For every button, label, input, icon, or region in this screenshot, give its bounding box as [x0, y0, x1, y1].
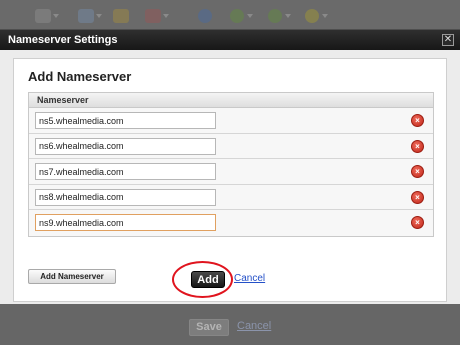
chevron-down-icon [163, 14, 169, 18]
chevron-down-icon [247, 14, 253, 18]
table-row: × [29, 108, 433, 134]
remove-icon[interactable]: × [411, 139, 424, 153]
chevron-down-icon [53, 14, 59, 18]
share-arrow-icon [78, 9, 94, 23]
nameserver-input[interactable] [35, 188, 216, 206]
yellow-circle-icon [305, 9, 319, 23]
remove-icon[interactable]: × [411, 190, 424, 204]
table-row: × [29, 133, 433, 160]
table-row: × [29, 210, 433, 236]
green-circle-icon [268, 9, 282, 23]
chevron-down-icon [285, 14, 291, 18]
background-toolbar [0, 0, 460, 30]
add-button[interactable]: Add [191, 271, 225, 288]
document-icon [35, 9, 51, 23]
remove-icon[interactable]: × [411, 165, 424, 179]
column-header-nameserver: Nameserver [29, 93, 433, 108]
dialog-title-bar: Nameserver Settings ✕ [0, 30, 460, 50]
lock-icon [113, 9, 129, 23]
remove-icon[interactable]: × [411, 216, 424, 230]
chevron-down-icon [96, 14, 102, 18]
green-circle-icon [230, 9, 244, 23]
add-nameserver-button[interactable]: Add Nameserver [28, 269, 116, 284]
close-icon[interactable]: ✕ [442, 34, 454, 46]
table-row: × [29, 184, 433, 211]
remove-icon[interactable]: × [411, 114, 424, 127]
nameserver-settings-dialog: Nameserver Settings ✕ Add Nameserver Nam… [0, 30, 460, 304]
background-footer [0, 304, 460, 345]
nameserver-input[interactable] [35, 112, 216, 129]
table-row: × [29, 159, 433, 185]
cancel-link[interactable]: Cancel [234, 273, 265, 284]
background-cancel-link: Cancel [237, 320, 272, 332]
nameserver-input[interactable] [35, 163, 216, 181]
calendar-icon [145, 9, 161, 23]
panel-heading: Add Nameserver [28, 69, 132, 84]
nameserver-input[interactable] [35, 214, 216, 232]
nameserver-table: Nameserver × × × × × [28, 92, 434, 237]
chevron-down-icon [322, 14, 328, 18]
background-save-button: Save [189, 319, 229, 336]
nameserver-input[interactable] [35, 137, 216, 155]
dialog-panel: Add Nameserver Nameserver × × × × × [13, 58, 447, 302]
globe-icon [198, 9, 212, 23]
dialog-title: Nameserver Settings [8, 34, 118, 46]
